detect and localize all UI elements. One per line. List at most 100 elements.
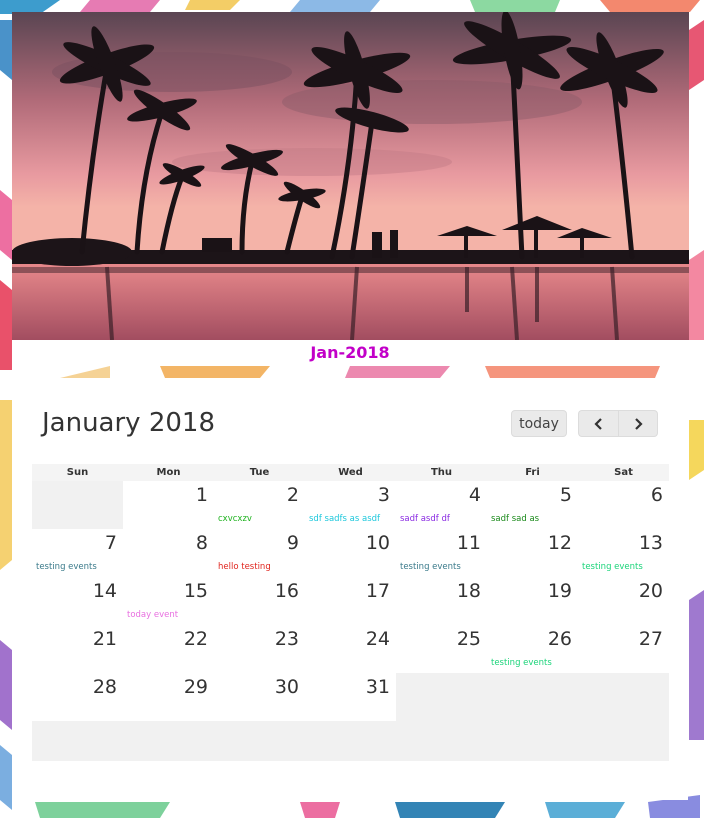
day-cell[interactable]: 2 cxvcxzv: [214, 481, 305, 529]
day-number[interactable]: 15: [184, 580, 208, 602]
day-cell-empty: [305, 721, 396, 761]
day-number[interactable]: 16: [275, 580, 299, 602]
day-number[interactable]: 30: [275, 676, 299, 698]
day-number[interactable]: 29: [184, 676, 208, 698]
day-number[interactable]: 28: [93, 676, 117, 698]
day-number[interactable]: 22: [184, 628, 208, 650]
day-number[interactable]: 10: [366, 532, 390, 554]
day-cell[interactable]: 28: [32, 673, 123, 721]
next-month-button[interactable]: [618, 410, 658, 437]
day-cell-empty: [578, 721, 669, 761]
chevron-left-icon: [593, 417, 604, 430]
day-cell[interactable]: 6: [578, 481, 669, 529]
day-cell[interactable]: 21: [32, 625, 123, 673]
event-label[interactable]: sdf sadfs as asdf: [309, 514, 380, 524]
day-cell[interactable]: 18: [396, 577, 487, 625]
day-cell[interactable]: 3 sdf sadfs as asdf: [305, 481, 396, 529]
day-number[interactable]: 3: [378, 484, 390, 506]
calendar-title: January 2018: [42, 408, 215, 438]
weekday-label: Mon: [156, 467, 181, 478]
week-row: 7 testing events 8 9 hello testing 10 11 testin…: [32, 529, 669, 577]
weekday-label: Fri: [525, 467, 540, 478]
month-caption: Jan-2018: [310, 343, 390, 362]
day-cell-empty: [396, 673, 487, 721]
day-number[interactable]: 8: [196, 532, 208, 554]
day-cell[interactable]: 5 sadf sad as: [487, 481, 578, 529]
day-cell[interactable]: 1: [123, 481, 214, 529]
weekday-label: Sat: [614, 467, 633, 478]
today-button[interactable]: today: [511, 410, 567, 437]
day-number[interactable]: 27: [639, 628, 663, 650]
day-cell[interactable]: 7 testing events: [32, 529, 123, 577]
day-number[interactable]: 23: [275, 628, 299, 650]
day-cell[interactable]: 27: [578, 625, 669, 673]
day-cell-empty: [32, 481, 123, 529]
day-cell[interactable]: 13 testing events: [578, 529, 669, 577]
day-number[interactable]: 18: [457, 580, 481, 602]
day-number[interactable]: 4: [469, 484, 481, 506]
day-number[interactable]: 1: [196, 484, 208, 506]
day-cell[interactable]: 20: [578, 577, 669, 625]
event-label[interactable]: sadf asdf df: [400, 514, 450, 524]
day-number[interactable]: 25: [457, 628, 481, 650]
day-number[interactable]: 17: [366, 580, 390, 602]
day-cell-empty: [214, 721, 305, 761]
day-cell[interactable]: 30: [214, 673, 305, 721]
event-label[interactable]: sadf sad as: [491, 514, 539, 524]
day-cell-empty: [578, 673, 669, 721]
event-label[interactable]: testing events: [491, 658, 552, 668]
week-row: 21 22 23 24 25 26 testing events 27: [32, 625, 669, 673]
day-number[interactable]: 5: [560, 484, 572, 506]
day-cell[interactable]: 9 hello testing: [214, 529, 305, 577]
event-label[interactable]: testing events: [400, 562, 461, 572]
day-cell[interactable]: 10: [305, 529, 396, 577]
day-cell[interactable]: 8: [123, 529, 214, 577]
month-grid: Sun Mon Tue Wed Thu Fri Sat 1 2 cxvcxzv 3 sdf sadf…: [32, 464, 669, 761]
event-label[interactable]: testing events: [582, 562, 643, 572]
day-number[interactable]: 26: [548, 628, 572, 650]
day-cell[interactable]: 15 today event: [123, 577, 214, 625]
day-number[interactable]: 11: [457, 532, 481, 554]
week-row: [32, 721, 669, 761]
day-number[interactable]: 24: [366, 628, 390, 650]
day-number[interactable]: 31: [366, 676, 390, 698]
day-number[interactable]: 19: [548, 580, 572, 602]
week-row: 1 2 cxvcxzv 3 sdf sadfs as asdf 4 sadf asdf df…: [32, 481, 669, 529]
weekday-label: Tue: [249, 467, 270, 478]
day-cell-empty: [123, 721, 214, 761]
day-cell-empty: [396, 721, 487, 761]
day-cell[interactable]: 23: [214, 625, 305, 673]
day-number[interactable]: 7: [105, 532, 117, 554]
week-row: 28 29 30 31: [32, 673, 669, 721]
event-label[interactable]: cxvcxzv: [218, 514, 252, 524]
weekday-label: Sun: [66, 467, 89, 478]
event-label[interactable]: testing events: [36, 562, 97, 572]
prev-month-button[interactable]: [578, 410, 618, 437]
day-number[interactable]: 13: [639, 532, 663, 554]
day-cell[interactable]: 25: [396, 625, 487, 673]
day-cell[interactable]: 29: [123, 673, 214, 721]
day-number[interactable]: 14: [93, 580, 117, 602]
day-cell[interactable]: 31: [305, 673, 396, 721]
day-cell[interactable]: 19: [487, 577, 578, 625]
event-label[interactable]: today event: [127, 610, 178, 620]
day-cell[interactable]: 24: [305, 625, 396, 673]
day-cell[interactable]: 14: [32, 577, 123, 625]
day-number[interactable]: 20: [639, 580, 663, 602]
day-number[interactable]: 9: [287, 532, 299, 554]
day-cell[interactable]: 22: [123, 625, 214, 673]
chevron-right-icon: [633, 417, 643, 430]
day-cell[interactable]: 26 testing events: [487, 625, 578, 673]
event-label[interactable]: hello testing: [218, 562, 271, 572]
day-cell[interactable]: 11 testing events: [396, 529, 487, 577]
day-cell[interactable]: 4 sadf asdf df: [396, 481, 487, 529]
day-number[interactable]: 21: [93, 628, 117, 650]
day-number[interactable]: 6: [651, 484, 663, 506]
day-cell[interactable]: 17: [305, 577, 396, 625]
day-cell-empty: [32, 721, 123, 761]
day-cell[interactable]: 16: [214, 577, 305, 625]
header-photo: [12, 12, 689, 340]
day-number[interactable]: 2: [287, 484, 299, 506]
day-cell[interactable]: 12: [487, 529, 578, 577]
day-number[interactable]: 12: [548, 532, 572, 554]
